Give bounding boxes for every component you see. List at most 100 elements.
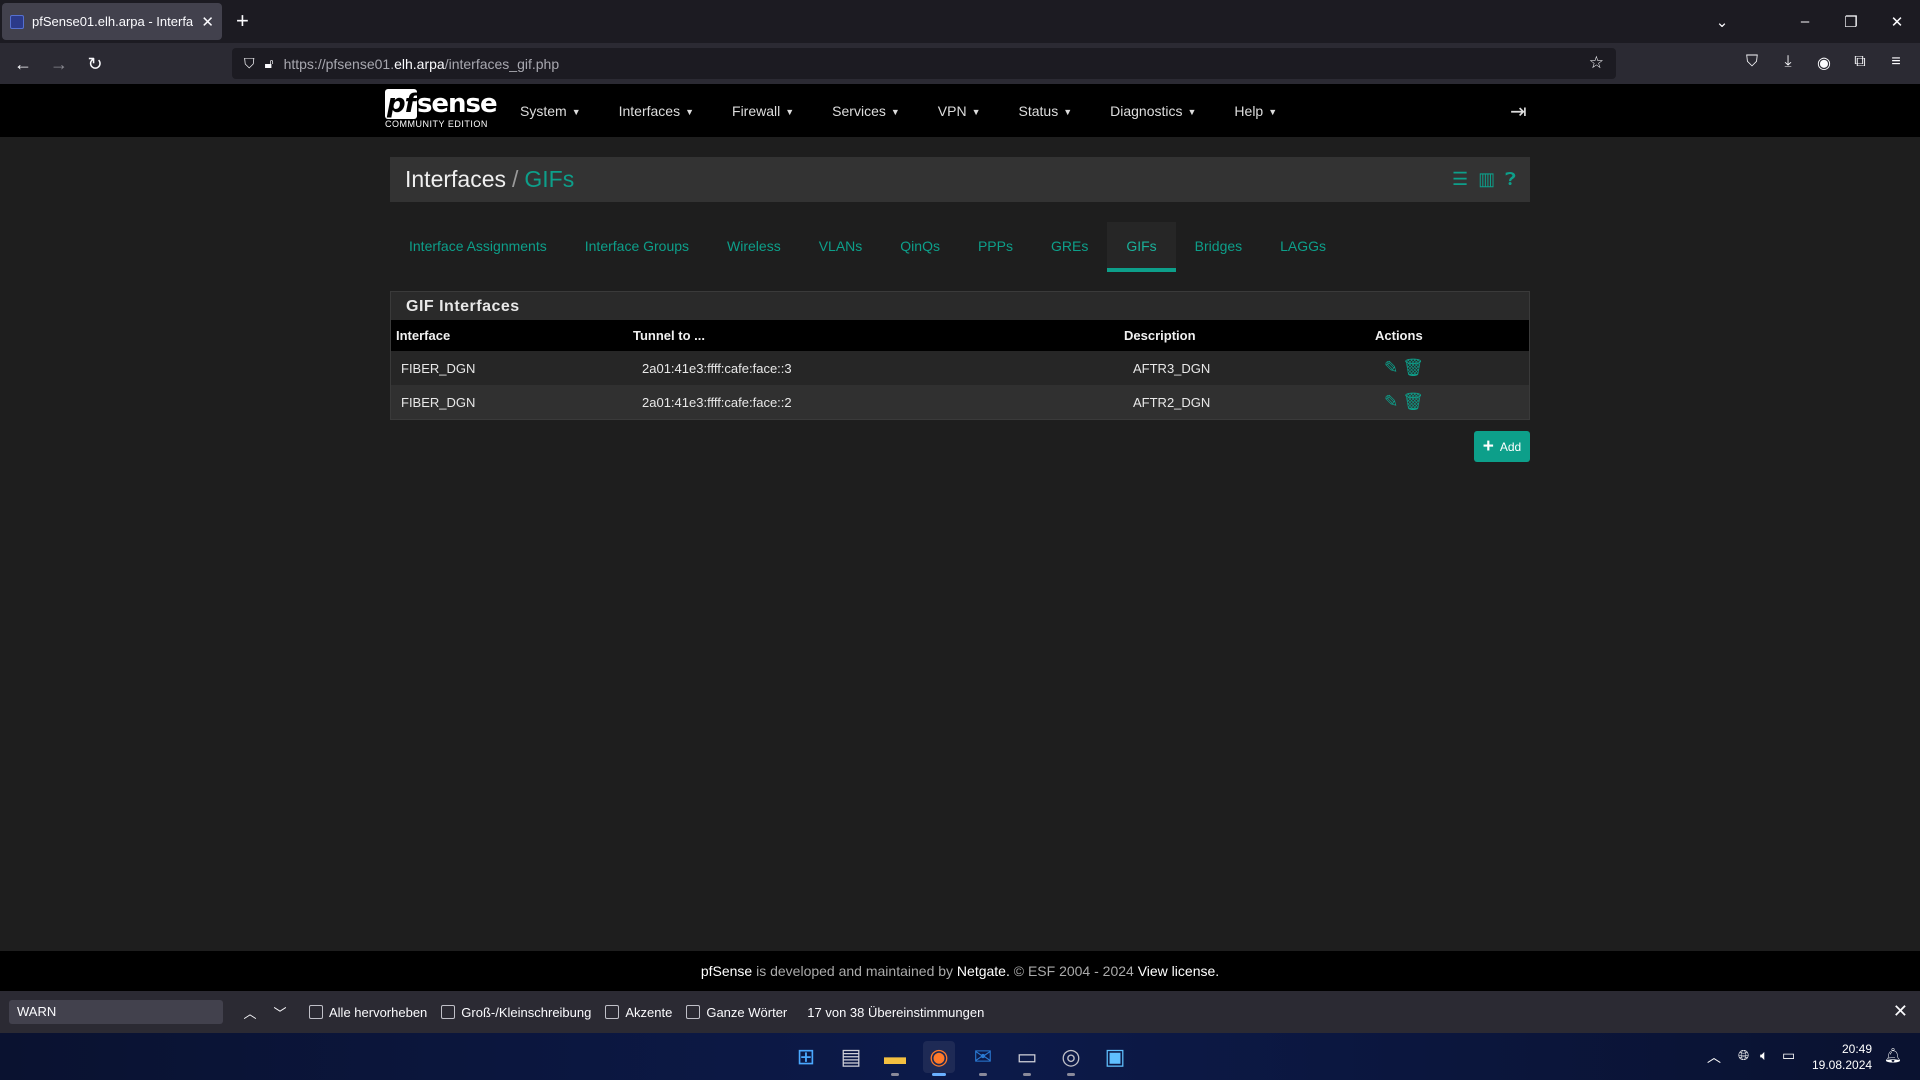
outlook-icon[interactable]: ✉ <box>967 1041 999 1076</box>
browser-tab-bar: pfSense01.elh.arpa - Interfaces: GIFs ✕ … <box>0 0 1920 43</box>
firefox-icon[interactable]: ◉ <box>923 1041 955 1076</box>
column-header-actions: Actions <box>1375 328 1423 343</box>
bookmark-star-icon[interactable]: ☆ <box>1589 53 1604 73</box>
browser-nav-bar: ← → ↻ ⛉ 🔓︎ https://pfsense01.elh.arpa/in… <box>0 43 1920 84</box>
tab-interface-assignments[interactable]: Interface Assignments <box>390 222 566 272</box>
forward-icon[interactable]: → <box>44 49 74 79</box>
tab-qinqs[interactable]: QinQs <box>881 222 959 272</box>
cell-description: AFTR2_DGN <box>1133 394 1211 410</box>
tab-gres[interactable]: GREs <box>1032 222 1107 272</box>
edit-pencil-icon[interactable]: ✎ <box>1384 392 1398 412</box>
logout-icon[interactable]: ⇥ <box>1510 99 1527 124</box>
help-circle-icon[interactable]: ❓︎ <box>1505 169 1516 190</box>
menu-firewall[interactable]: Firewall ▼ <box>732 103 794 119</box>
breadcrumb-parent[interactable]: Interfaces <box>405 166 506 193</box>
browser-tab[interactable]: pfSense01.elh.arpa - Interfaces: GIFs ✕ <box>2 3 222 40</box>
footer-netgate-link[interactable]: Netgate. <box>957 963 1010 979</box>
account-icon[interactable]: ◉ <box>1813 53 1835 73</box>
menu-system[interactable]: System ▼ <box>520 103 581 119</box>
panel-title: GIF Interfaces <box>406 298 520 315</box>
extensions-icon[interactable]: ⧉ <box>1849 53 1871 71</box>
list-all-tabs-icon[interactable]: ⌄ <box>1699 0 1745 43</box>
footer-license-link[interactable]: View license. <box>1138 963 1219 979</box>
minimize-window-icon[interactable]: – <box>1782 0 1828 43</box>
menu-status[interactable]: Status ▼ <box>1019 103 1073 119</box>
cell-interface: FIBER_DGN <box>401 360 476 376</box>
plus-icon: + <box>1482 436 1494 457</box>
caret-down-icon: ▼ <box>890 106 900 117</box>
delete-trash-icon[interactable]: 🗑︎ <box>1402 358 1424 378</box>
menu-vpn[interactable]: VPN ▼ <box>938 103 981 119</box>
battery-icon[interactable]: ▭ <box>1782 1047 1795 1064</box>
tab-vlans[interactable]: VLANs <box>800 222 882 272</box>
delete-trash-icon[interactable]: 🗑︎ <box>1402 392 1424 412</box>
close-window-icon[interactable]: ✕ <box>1874 0 1920 43</box>
footer-brand: pfSense <box>700 963 753 979</box>
main-menu: System ▼ Interfaces ▼ Firewall ▼ Services ▼ … <box>520 84 1315 137</box>
table-row: FIBER_DGN 2a01:41e3:ffff:cafe:face::3 AF… <box>391 351 1529 385</box>
page-footer: pfSense is developed and maintained by N… <box>0 951 1920 991</box>
tab-interface-groups[interactable]: Interface Groups <box>566 222 708 272</box>
tab-bridges[interactable]: Bridges <box>1176 222 1261 272</box>
breadcrumb-current[interactable]: GIFs <box>524 166 574 193</box>
downloads-icon[interactable]: ⤓ <box>1777 53 1799 71</box>
menu-help[interactable]: Help ▼ <box>1234 103 1277 119</box>
windows-start-icon[interactable]: ⊞ <box>790 1041 822 1073</box>
find-next-icon[interactable]: ﹀ <box>265 1003 295 1022</box>
menu-interfaces[interactable]: Interfaces ▼ <box>619 103 694 119</box>
new-tab-icon[interactable]: + <box>236 8 249 34</box>
caret-down-icon: ▼ <box>571 106 581 117</box>
tab-wireless[interactable]: Wireless <box>708 222 800 272</box>
interface-subtabs: Interface Assignments Interface Groups W… <box>390 222 1345 272</box>
file-explorer-icon[interactable]: ▬ <box>879 1041 911 1076</box>
match-diacritics-checkbox[interactable]: Akzente <box>605 1005 672 1020</box>
find-previous-icon[interactable]: ︿ <box>235 1003 265 1022</box>
hamburger-menu-icon[interactable]: ≡ <box>1885 53 1907 71</box>
pocket-icon[interactable]: ⛉ <box>1741 53 1763 71</box>
tab-ppps[interactable]: PPPs <box>959 222 1032 272</box>
back-icon[interactable]: ← <box>8 49 38 79</box>
tray-overflow-chevron-icon[interactable]: ︿ <box>1707 1047 1721 1067</box>
cell-description: AFTR3_DGN <box>1133 360 1211 376</box>
gif-table: Interface Tunnel to ... Description Acti… <box>391 320 1529 419</box>
match-case-checkbox[interactable]: Groß-/Kleinschreibung <box>441 1005 591 1020</box>
pfsense-logo[interactable]: pfsense COMMUNITY EDITION <box>385 89 498 132</box>
find-in-page-bar: WARN ︿ ﹀ Alle hervorheben Groß-/Kleinsch… <box>0 991 1920 1033</box>
restore-window-icon[interactable]: ❐ <box>1828 0 1874 43</box>
tab-laggs[interactable]: LAGGs <box>1261 222 1345 272</box>
bar-chart-icon[interactable]: ▥ <box>1478 169 1495 190</box>
settings-sliders-icon[interactable]: ☰ <box>1452 169 1468 190</box>
menu-diagnostics[interactable]: Diagnostics ▼ <box>1110 103 1196 119</box>
table-row: FIBER_DGN 2a01:41e3:ffff:cafe:face::2 AF… <box>391 385 1529 419</box>
url-text: https://pfsense01.elh.arpa/interfaces_gi… <box>283 55 560 72</box>
tracking-protection-shield-icon[interactable]: ⛉ <box>244 55 255 72</box>
reload-icon[interactable]: ↻ <box>80 49 110 79</box>
tab-gifs[interactable]: GIFs <box>1107 222 1176 272</box>
whole-words-checkbox[interactable]: Ganze Wörter <box>686 1005 787 1020</box>
close-tab-icon[interactable]: ✕ <box>201 13 214 31</box>
remote-desktop-icon[interactable]: ▣ <box>1099 1041 1131 1073</box>
caret-down-icon: ▼ <box>1063 106 1073 117</box>
app-notification-icon[interactable]: ◎ <box>1055 1041 1087 1076</box>
close-find-bar-icon[interactable]: ✕ <box>1893 1001 1908 1022</box>
notification-bell-icon[interactable]: 🔔︎ <box>1884 1047 1902 1064</box>
task-view-icon[interactable]: ▤ <box>835 1041 867 1073</box>
terminal-icon[interactable]: ▭ <box>1011 1041 1043 1076</box>
network-globe-icon[interactable]: 🌐︎ <box>1738 1047 1749 1064</box>
taskbar-clock[interactable]: 20:49 19.08.2024 <box>1812 1041 1872 1073</box>
pfsense-top-nav: pfsense COMMUNITY EDITION System ▼ Interf… <box>0 84 1920 137</box>
column-header-tunnel: Tunnel to ... <box>633 328 705 343</box>
url-bar[interactable]: ⛉ 🔓︎ https://pfsense01.elh.arpa/interfac… <box>232 48 1616 79</box>
add-gif-button[interactable]: + Add <box>1474 431 1530 462</box>
caret-down-icon: ▼ <box>785 106 795 117</box>
find-match-count: 17 von 38 Übereinstimmungen <box>807 1004 985 1020</box>
breadcrumb: Interfaces / GIFs ☰ ▥ ❓︎ <box>390 157 1530 202</box>
menu-services[interactable]: Services ▼ <box>832 103 900 119</box>
caret-down-icon: ▼ <box>971 106 981 117</box>
browser-tab-title: pfSense01.elh.arpa - Interfaces: GIFs <box>32 14 194 29</box>
edit-pencil-icon[interactable]: ✎ <box>1384 358 1398 378</box>
find-input[interactable]: WARN <box>9 1000 223 1024</box>
connection-lock-icon[interactable]: 🔓︎ <box>265 55 274 72</box>
volume-icon[interactable]: 🔈︎ <box>1760 1047 1768 1064</box>
highlight-all-checkbox[interactable]: Alle hervorheben <box>309 1005 427 1020</box>
